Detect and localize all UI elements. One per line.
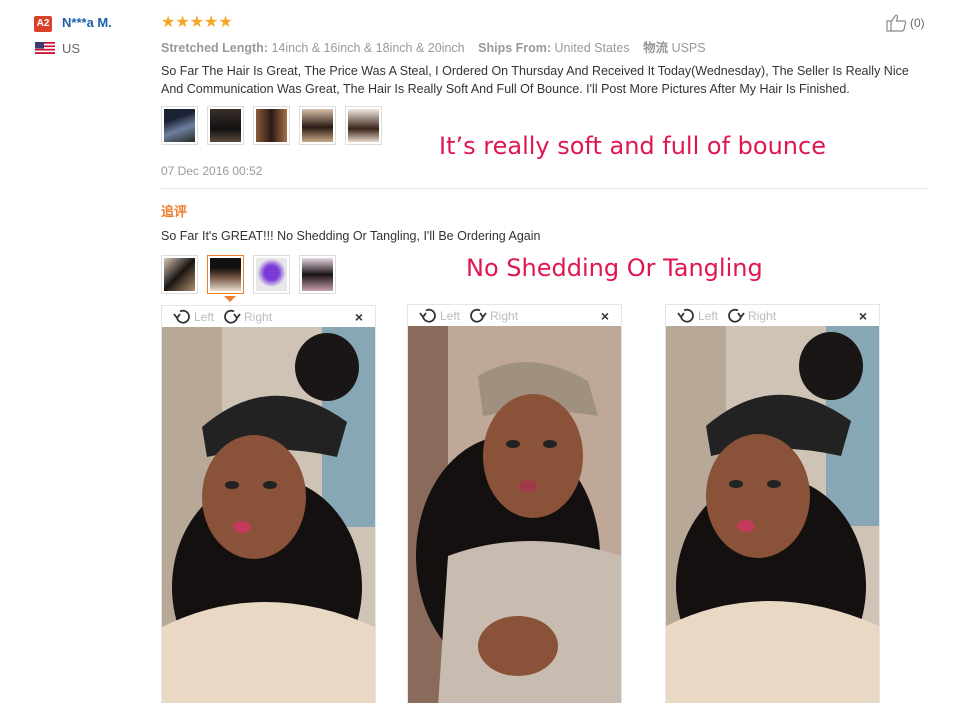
- rotate-left-button[interactable]: Left: [418, 307, 460, 325]
- product-meta: Stretched Length: 14inch & 16inch & 18in…: [161, 37, 716, 56]
- rotate-right-label: Right: [244, 309, 273, 324]
- close-button[interactable]: ×: [355, 309, 363, 325]
- review-text: So Far The Hair Is Great, The Price Was …: [161, 64, 909, 96]
- overlay-caption-2: No Shedding Or Tangling: [466, 254, 763, 282]
- followup-text: So Far It's GREAT!!! No Shedding Or Tang…: [161, 229, 541, 243]
- rotate-left-button[interactable]: Left: [172, 308, 214, 326]
- close-button[interactable]: ×: [859, 308, 867, 324]
- length-label: Stretched Length:: [161, 41, 268, 55]
- review-photo-thumb[interactable]: [299, 106, 336, 145]
- selected-thumb-caret: [224, 296, 236, 302]
- rotate-left-label: Left: [440, 308, 461, 323]
- followup-photo-thumb-selected[interactable]: [207, 255, 244, 294]
- reviewer-name[interactable]: N***a M.: [62, 15, 112, 30]
- viewer-toolbar: Left Right ×: [408, 305, 621, 326]
- rotate-right-label: Right: [748, 308, 777, 323]
- followup-photo-thumb[interactable]: [253, 255, 290, 294]
- photo-viewer: Left Right ×: [161, 305, 376, 703]
- rotate-right-button[interactable]: Right: [726, 307, 776, 325]
- followup-photo-thumbnails: [161, 255, 336, 294]
- rotate-right-button[interactable]: Right: [468, 307, 518, 325]
- rotate-right-icon: [728, 308, 745, 323]
- length-value: 14inch & 16inch & 18inch & 20inch: [271, 41, 465, 55]
- rotate-left-icon: [419, 308, 436, 323]
- review-photo: [666, 326, 879, 703]
- photo-viewer: Left Right ×: [407, 304, 622, 703]
- photo-viewer: Left Right ×: [665, 304, 880, 703]
- like-count: (0): [910, 16, 925, 30]
- thumbs-up-icon: [886, 14, 907, 32]
- logistics-label: 物流: [643, 41, 669, 55]
- rotate-right-label: Right: [490, 308, 519, 323]
- review-photo-thumb[interactable]: [161, 106, 198, 145]
- rotate-left-icon: [173, 309, 190, 324]
- rotate-right-icon: [224, 309, 241, 324]
- rotate-right-icon: [470, 308, 487, 323]
- divider: [161, 188, 927, 189]
- ships-from-label: Ships From:: [478, 41, 552, 55]
- review-photo: [162, 327, 375, 703]
- followup-label: 追评: [161, 204, 188, 219]
- rotate-right-button[interactable]: Right: [222, 308, 272, 326]
- rotate-left-label: Left: [194, 309, 215, 324]
- reviewer-country: US: [62, 41, 81, 56]
- followup-photo-thumb[interactable]: [299, 255, 336, 294]
- ships-from-value: United States: [554, 41, 630, 55]
- review-date: 07 Dec 2016 00:52: [161, 164, 263, 178]
- rotate-left-button[interactable]: Left: [676, 307, 718, 325]
- overlay-caption-1: It’s really soft and full of bounce: [439, 132, 826, 160]
- viewer-toolbar: Left Right ×: [162, 306, 375, 327]
- us-flag-icon: [35, 42, 55, 54]
- review-photo-thumb[interactable]: [207, 106, 244, 145]
- review-photo-thumbnails: [161, 106, 382, 145]
- like-button[interactable]: (0): [886, 14, 925, 32]
- rotate-left-label: Left: [698, 308, 719, 323]
- viewer-toolbar: Left Right ×: [666, 305, 879, 326]
- review-photo-thumb[interactable]: [253, 106, 290, 145]
- star-rating: ★★★★★: [161, 14, 233, 31]
- followup-photo-thumb[interactable]: [161, 255, 198, 294]
- rotate-left-icon: [677, 308, 694, 323]
- review-photo-thumb[interactable]: [345, 106, 382, 145]
- level-badge: A2: [34, 16, 52, 32]
- review-photo: [408, 326, 621, 703]
- close-button[interactable]: ×: [601, 308, 609, 324]
- logistics-value: USPS: [671, 41, 706, 55]
